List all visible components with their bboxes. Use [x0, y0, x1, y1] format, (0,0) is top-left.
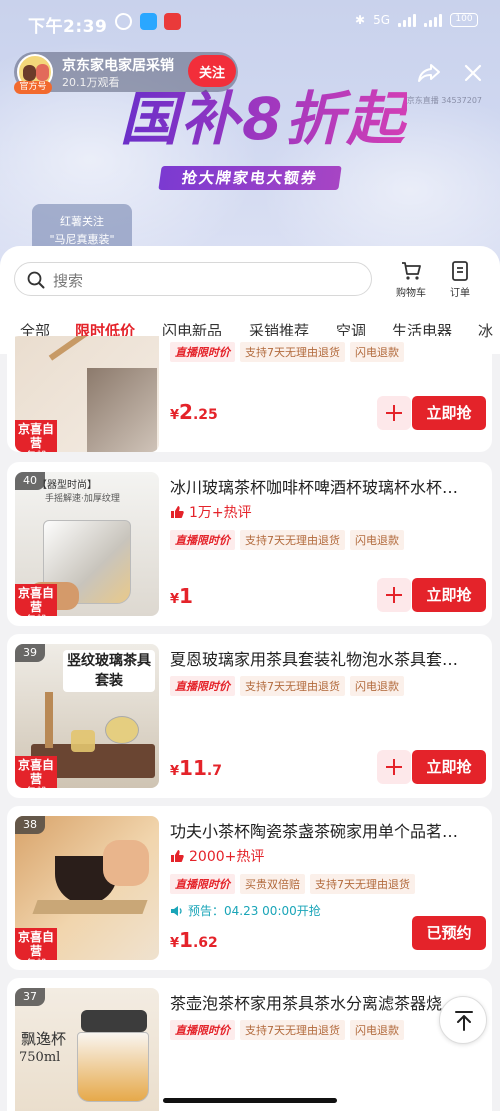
tag: 直播限时价 [170, 1020, 235, 1040]
tag: 支持7天无理由退货 [310, 874, 415, 894]
product-sheet: 搜索 购物车 订单 全部 限时低价 闪电新品 采销推荐 空调 生活电器 冰 京喜… [0, 246, 500, 1111]
product-tags: 直播限时价 支持7天无理由退货 闪电退款 [170, 530, 404, 550]
tag: 支持7天无理由退货 [240, 342, 345, 362]
rank-badge: 39 [15, 644, 45, 662]
product-tags: 直播限时价 支持7天无理由退货 闪电退款 [170, 676, 404, 696]
bluetooth-icon: ✱ [355, 13, 366, 27]
product-title[interactable]: 茶壶泡茶杯家用茶具茶水分离滤茶器烧… [170, 990, 484, 1014]
tag: 闪电退款 [350, 530, 404, 550]
thumb-banner: 竖纹玻璃茶具套装 [63, 650, 155, 692]
tag: 支持7天无理由退货 [240, 530, 345, 550]
thumb-subtitle: 手摇解速·加厚纹理 [45, 494, 120, 504]
product-price: ¥11.7 [170, 756, 222, 780]
product-card[interactable]: 飘逸杯 750ml 37 茶壶泡茶杯家用茶具茶水分离滤茶器烧… 直播限时价 支持… [7, 978, 492, 1111]
signal-icon [398, 13, 416, 27]
buy-now-button[interactable]: 立即抢 [412, 750, 486, 784]
share-icon[interactable] [417, 62, 441, 84]
search-placeholder: 搜索 [53, 272, 84, 290]
product-price: ¥1.62 [170, 928, 218, 952]
thumb-banner: 【器型时尚】 [37, 480, 97, 491]
tag: 闪电退款 [350, 676, 404, 696]
add-to-cart-button[interactable] [377, 396, 411, 430]
order-button[interactable]: 订单 [438, 260, 482, 304]
order-icon [452, 261, 468, 281]
product-list: 京喜自营包邮 直播限时价 支持7天无理由退货 闪电退款 ¥2.25 立即抢 【器… [0, 336, 500, 1111]
cart-button[interactable]: 购物车 [389, 260, 433, 304]
promo-subtitle: 抢大牌家电大额券 [158, 166, 342, 190]
product-card[interactable]: 【器型时尚】 手摇解速·加厚纹理 40 京喜自营包邮 冰川玻璃茶杯咖啡杯啤酒杯玻… [7, 462, 492, 626]
product-title[interactable]: 冰川玻璃茶杯咖啡杯啤酒杯玻璃杯水杯… [170, 474, 484, 498]
product-card[interactable]: 京喜自营包邮 直播限时价 支持7天无理由退货 闪电退款 ¥2.25 立即抢 [7, 336, 492, 452]
shop-notify-icon [164, 13, 181, 30]
product-image[interactable]: 竖纹玻璃茶具套装 39 京喜自营包邮 [15, 644, 159, 788]
cart-label: 购物车 [396, 288, 426, 299]
status-time: 下午2:39 [28, 17, 108, 37]
jd-tag: 京喜自营包邮 [15, 756, 57, 788]
speaker-icon [171, 905, 182, 916]
product-image[interactable]: 【器型时尚】 手摇解速·加厚纹理 40 京喜自营包邮 [15, 472, 159, 616]
product-title[interactable]: 功夫小茶杯陶瓷茶盏茶碗家用单个品茗… [170, 818, 484, 842]
home-indicator [163, 1098, 337, 1103]
rank-badge: 38 [15, 816, 45, 834]
hot-reviews: 1万+热评 [170, 502, 252, 522]
jd-tag: 京喜自营包邮 [15, 928, 57, 960]
follow-button[interactable]: 关注 [188, 55, 236, 87]
jd-tag: 京喜自营包邮 [15, 584, 57, 616]
tag: 直播限时价 [170, 530, 235, 550]
thumb-banner: 飘逸杯 [21, 1030, 67, 1048]
product-tags: 直播限时价 买贵双倍赔 支持7天无理由退货 [170, 874, 415, 894]
tag: 直播限时价 [170, 342, 235, 362]
network-label: 5G [373, 13, 390, 27]
reserved-button[interactable]: 已预约 [412, 916, 486, 950]
product-image[interactable]: 38 京喜自营包邮 [15, 816, 159, 960]
arrow-up-icon [455, 1011, 473, 1031]
product-card[interactable]: 38 京喜自营包邮 功夫小茶杯陶瓷茶盏茶碗家用单个品茗… 2000+热评 直播限… [7, 806, 492, 970]
search-input[interactable]: 搜索 [14, 262, 372, 296]
product-image[interactable]: 飘逸杯 750ml 37 [15, 988, 159, 1111]
app-notify-icon [140, 13, 157, 30]
buy-now-button[interactable]: 立即抢 [412, 396, 486, 430]
product-tags: 直播限时价 支持7天无理由退货 闪电退款 [170, 1020, 404, 1040]
add-to-cart-button[interactable] [377, 578, 411, 612]
tag: 直播限时价 [170, 874, 235, 894]
order-label: 订单 [450, 288, 470, 299]
jd-tag: 京喜自营包邮 [15, 420, 57, 452]
product-price: ¥1 [170, 584, 193, 608]
rank-badge: 37 [15, 988, 45, 1006]
alarm-icon [115, 13, 132, 30]
room-number: 京东直播 34537207 [406, 96, 482, 105]
tag: 买贵双倍赔 [240, 874, 305, 894]
product-title[interactable]: 夏恩玻璃家用茶具套装礼物泡水茶具套… [170, 646, 484, 670]
rank-badge: 40 [15, 472, 45, 490]
product-tags: 直播限时价 支持7天无理由退货 闪电退款 [170, 342, 404, 362]
tag: 闪电退款 [350, 1020, 404, 1040]
tag: 支持7天无理由退货 [240, 1020, 345, 1040]
signal2-icon [424, 13, 442, 27]
cart-icon [402, 262, 421, 280]
thumbs-up-icon [171, 850, 184, 862]
product-image[interactable]: 京喜自营包邮 [15, 336, 159, 452]
back-to-top-button[interactable] [439, 996, 487, 1044]
battery-icon: 100 [450, 13, 478, 27]
add-to-cart-button[interactable] [377, 750, 411, 784]
host-name: 京东家电家居采销 [62, 58, 174, 74]
product-card[interactable]: 竖纹玻璃茶具套装 39 京喜自营包邮 夏恩玻璃家用茶具套装礼物泡水茶具套… 直播… [7, 634, 492, 798]
buy-now-button[interactable]: 立即抢 [412, 578, 486, 612]
viewer-count: 20.1万观看 [62, 76, 120, 89]
thumb-subtitle: 750ml [19, 1050, 61, 1065]
redbag-line1: 红薯关注 [60, 215, 104, 228]
tag: 闪电退款 [350, 342, 404, 362]
status-right: ✱ 5G 100 [355, 13, 478, 27]
presale-notice: 预告：04.23 00:00开抢 [170, 902, 321, 919]
search-icon [27, 271, 45, 289]
status-bar: 下午2:39 ✱ 5G 100 [0, 0, 500, 44]
tag: 支持7天无理由退货 [240, 676, 345, 696]
thumbs-up-icon [171, 506, 184, 518]
hot-reviews: 2000+热评 [170, 846, 264, 866]
product-price: ¥2.25 [170, 400, 218, 424]
tag: 直播限时价 [170, 676, 235, 696]
close-icon[interactable] [462, 62, 484, 84]
official-badge: 官方号 [14, 81, 52, 94]
